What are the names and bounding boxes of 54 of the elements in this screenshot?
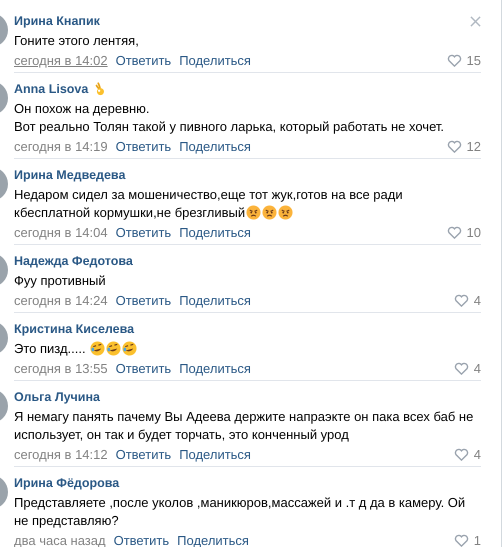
like-button[interactable]: 15 [446, 53, 481, 68]
reply-link[interactable]: Ответить [116, 447, 172, 462]
like-button[interactable]: 4 [454, 447, 481, 462]
heart-icon [446, 140, 462, 153]
timestamp-link[interactable]: сегодня в 13:55 [14, 361, 108, 376]
reply-link[interactable]: Ответить [116, 53, 172, 68]
author-link[interactable]: Кристина Киселева [14, 322, 134, 336]
laughing-face-icon [122, 341, 138, 356]
heart-icon [454, 534, 469, 547]
close-icon[interactable] [470, 16, 481, 26]
reply-link[interactable]: Ответить [116, 139, 172, 154]
comment-text: Это пизд..... [14, 340, 481, 358]
laughing-face-icon [90, 341, 106, 356]
heart-icon [454, 362, 469, 375]
author-link[interactable]: Ирина Фёдорова [14, 476, 120, 490]
reply-link[interactable]: Ответить [116, 361, 172, 376]
author-link[interactable]: Ирина Кнапик [14, 14, 100, 28]
like-button[interactable]: 10 [446, 225, 481, 240]
share-link[interactable]: Поделиться [179, 139, 251, 154]
like-button[interactable]: 4 [454, 361, 481, 376]
heart-icon [446, 226, 462, 239]
laughing-face-icon [106, 341, 122, 356]
angry-face-icon [246, 205, 262, 220]
like-button[interactable]: 1 [454, 533, 481, 547]
author-link[interactable]: Anna Lisova [14, 82, 88, 96]
reply-link[interactable]: Ответить [116, 225, 172, 240]
like-button[interactable]: 4 [454, 293, 481, 308]
share-link[interactable]: Поделиться [179, 225, 251, 240]
timestamp-link[interactable]: сегодня в 14:24 [14, 293, 108, 308]
share-link[interactable]: Поделиться [179, 447, 251, 462]
comment-text: Гоните этого лентяя, [14, 32, 140, 50]
author-link[interactable]: Ольга Лучина [14, 390, 100, 404]
comment-text: Фуу противный [14, 272, 107, 290]
author-link[interactable]: Надежда Федотова [14, 254, 133, 268]
reply-link[interactable]: Ответить [116, 293, 172, 308]
reply-link[interactable]: Ответить [114, 533, 170, 547]
comment-text: Представляете ,после уколов ,маникюров,массажей и .т д да в камеру. Ой не представляю? [14, 494, 466, 530]
heart-icon [446, 54, 462, 67]
timestamp-link[interactable]: сегодня в 14:04 [14, 225, 108, 240]
share-link[interactable]: Поделиться [179, 293, 251, 308]
timestamp-link[interactable]: сегодня в 14:19 [14, 139, 108, 154]
heart-icon [454, 294, 469, 307]
share-link[interactable]: Поделиться [179, 361, 251, 376]
angry-face-icon [278, 205, 294, 220]
comment-text: Я немагу панять пачему Вы Адеева держите напраэкте он пака всех баб не использует, он так и будет торчать, это конченный урод [14, 408, 474, 444]
comment-text: Он похож на деревню. Вот реально Толян такой у пивного ларька, который работать не хочет. [14, 100, 446, 136]
share-link[interactable]: Поделиться [179, 53, 251, 68]
author-link[interactable]: Ирина Медведева [14, 168, 126, 182]
timestamp-link[interactable]: сегодня в 14:12 [14, 447, 108, 462]
like-button[interactable]: 12 [446, 139, 481, 154]
heart-icon [454, 448, 469, 461]
timestamp-link[interactable]: сегодня в 14:02 [14, 53, 108, 68]
angry-face-icon [262, 205, 278, 220]
comment-text: Недаром сидел за мошеничество,еще тот жук,готов на все ради кбесплатной кормушки,не брезгливый [14, 186, 404, 222]
